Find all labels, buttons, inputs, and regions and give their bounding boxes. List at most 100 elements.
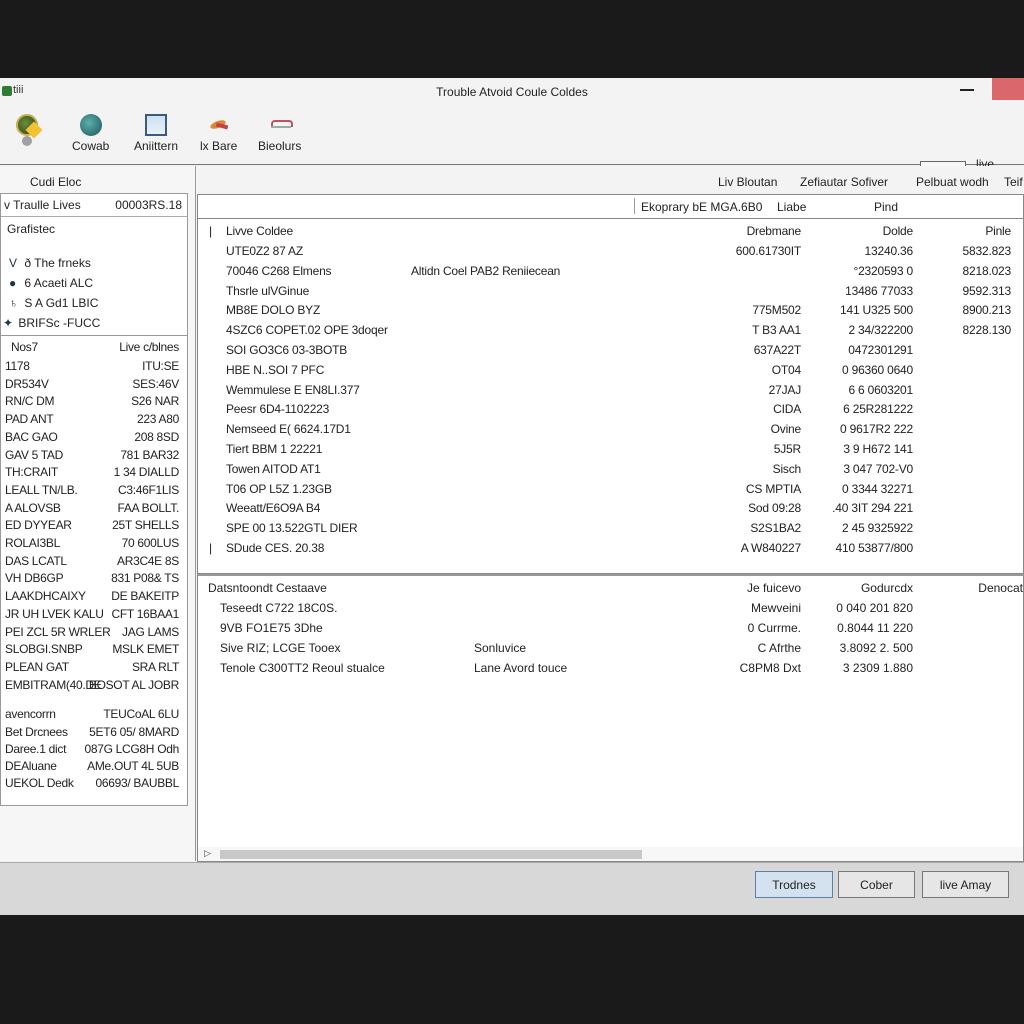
tree-root-row[interactable]: v Traulle Lives 00003RS.18 <box>1 194 187 217</box>
toolbar-button-aniittern[interactable]: Aniittern <box>134 114 178 153</box>
left-footer-row[interactable]: Daree.1 dict 087G LCG8H Odh <box>1 742 187 759</box>
left-list-row[interactable]: TH:CRAIT 1 34 DIALLD <box>1 465 187 482</box>
table-row[interactable]: Tiert BBM 1 22221 5J5R 3 9 H672 141 <box>198 442 1023 462</box>
column-header-liabe[interactable]: Liabe <box>777 200 806 214</box>
tree-item[interactable]: V ð The frneks <box>9 256 91 270</box>
table-row[interactable]: MB8E DOLO BYZ 775M502 141 U325 500 8900.213 <box>198 303 1023 323</box>
cell-c1: SOI GO3C6 03-3BOTB <box>226 343 348 357</box>
toolbar-button-bieolurs[interactable]: Bieolurs <box>258 114 301 153</box>
left-list-row[interactable]: PAD ANT 223 A80 <box>1 412 187 429</box>
cell-c4: 0 040 201 820 <box>836 601 913 615</box>
toolbar-button-lx-bare[interactable]: lx Bare <box>200 114 237 153</box>
left-list-row[interactable]: 1178 ITU:SE <box>1 359 187 376</box>
details-row[interactable]: Tenole C300TT2 Reoul stualce Lane Avord t… <box>198 661 1023 681</box>
left-list-row[interactable]: VH DB6GP 831 P08& TS <box>1 571 187 588</box>
cell-c1: 70046 C268 Elmens <box>226 263 332 278</box>
row-value: 087G LCG8H Odh <box>84 741 179 756</box>
left-list-row[interactable]: JR UH LVEK KALU CFT 16BAA1 <box>1 607 187 624</box>
column-header-pinle[interactable]: Pinle <box>985 224 1011 238</box>
left-list-row[interactable]: ROLAI3BL 70 600LUS <box>1 536 187 553</box>
details-row[interactable]: Sive RIZ; LCGE Tooex Sonluvice C Afrthe 3.8… <box>198 641 1023 661</box>
cell-c4: 0472301291 <box>848 343 913 357</box>
left-footer-row[interactable]: DEAluane AMe.OUT 4L 5UB <box>1 759 187 776</box>
left-list-row[interactable]: EMBITRAM(40.DE BOSOT AL JOBR <box>1 678 187 695</box>
left-list-row[interactable]: LEALL TN/LB. C3:46F1LIS <box>1 483 187 500</box>
table-row[interactable]: SPE 00 13.522GTL DIER S2S1BA2 2 45 9325922 <box>198 521 1023 541</box>
column-header-je-fuicevo[interactable]: Je fuicevo <box>747 581 801 595</box>
details-row[interactable]: 9VB FO1E75 3Dhe 0 Currme. 0.8044 11 220 <box>198 621 1023 641</box>
left-list-row[interactable]: PEI ZCL 5R WRLER JAG LAMS <box>1 625 187 642</box>
row-key: TH:CRAIT <box>5 465 58 480</box>
left-list-row[interactable]: PLEAN GAT SRA RLT <box>1 660 187 677</box>
column-header-dolde[interactable]: Dolde <box>883 224 914 238</box>
left-list-row[interactable]: RN/C DM S26 NAR <box>1 394 187 411</box>
table-row[interactable]: Nemseed E( 6624.17D1 Ovine 0 9617R2 222 <box>198 422 1023 442</box>
left-footer-row[interactable]: avencorrn TEUCoAL 6LU <box>1 707 187 724</box>
row-key: JR UH LVEK KALU <box>5 606 104 621</box>
live-amay-button[interactable]: live Amay <box>922 871 1009 898</box>
left-list-row[interactable]: SLOBGI.SNBP MSLK EMET <box>1 642 187 659</box>
table-row[interactable]: Thsrle ulVGinue 13486 77033 9592.313 <box>198 284 1023 304</box>
column-header-pind[interactable]: Pind <box>874 200 898 214</box>
table-row[interactable]: SOI GO3C6 03-3BOTB 637A22T 0472301291 <box>198 343 1023 363</box>
table-row[interactable]: Weeatt/E6O9A B4 Sod 09:28 .40 3IT 294 221 <box>198 501 1023 521</box>
toolbar-button-cowab[interactable]: Cowab <box>72 114 109 153</box>
table-row[interactable]: HBE N..SOI 7 PFC OT04 0 96360 0640 <box>198 363 1023 383</box>
table-row[interactable]: | SDude CES. 20.38 A W840227 410 53877/800 <box>198 541 1023 561</box>
table-row[interactable]: 4SZC6 COPET.02 OPE 3doqer T B3 AA1 2 34/32… <box>198 323 1023 343</box>
left-footer-row[interactable]: UEKOL Dedk 06693/ BAUBBL <box>1 776 187 793</box>
cell-c3: T B3 AA1 <box>752 323 801 338</box>
table-row[interactable]: UTE0Z2 87 AZ 600.61730IT 13240.36 5832.823 <box>198 244 1023 264</box>
left-list-row[interactable]: A ALOVSB FAA BOLLT. <box>1 501 187 518</box>
tree-item[interactable]: ● 6 Acaeti ALC <box>9 276 93 290</box>
row-key: A ALOVSB <box>5 500 61 515</box>
column-header-code[interactable]: Livve Coldee <box>226 224 293 238</box>
left-list-row[interactable]: DAS LCATL AR3C4E 8S <box>1 554 187 571</box>
header-liv-bloutan[interactable]: Liv Bloutan <box>718 175 777 189</box>
fish-icon <box>208 114 230 136</box>
cell-c4: 3 9 H672 141 <box>843 442 913 456</box>
left-list-row[interactable]: GAV 5 TAD 781 BAR32 <box>1 448 187 465</box>
left-list-row[interactable]: ED DYYEAR 25T SHELLS <box>1 518 187 535</box>
table-row[interactable]: Towen AITOD AT1 Sisch 3 047 702-V0 <box>198 462 1023 482</box>
details-row[interactable]: Teseedt C722 18C0S. Mewveini 0 040 201 820 <box>198 601 1023 621</box>
trodnes-button[interactable]: Trodnes <box>755 871 833 898</box>
row-value: 70 600LUS <box>121 536 180 550</box>
cell-c3: A W840227 <box>740 541 801 555</box>
column-header-denocat[interactable]: Denocat <box>978 581 1023 595</box>
table-row[interactable]: 70046 C268 Elmens Altidn Coel PAB2 Reniie… <box>198 264 1023 284</box>
cober-button[interactable]: Cober <box>838 871 915 898</box>
left-list-row[interactable]: BAC GAO 208 8SD <box>1 430 187 447</box>
scrollbar-thumb[interactable] <box>220 850 642 859</box>
table-row[interactable]: T06 OP L5Z 1.23GB CS MPTIA 0 3344 32271 <box>198 482 1023 502</box>
table-row[interactable]: Peesr 6D4-1102223 CIDA 6 25R281222 <box>198 402 1023 422</box>
minimize-button[interactable] <box>948 78 988 100</box>
header-teif[interactable]: Teif <box>1004 175 1023 189</box>
column-header-godurcdx[interactable]: Godurcdx <box>861 581 913 595</box>
table-row[interactable]: Wemmulese E EN8LI.377 27JAJ 6 6 0603201 <box>198 383 1023 403</box>
cell-c4: 0.8044 11 220 <box>837 621 913 635</box>
cell-c2: Altidn Coel PAB2 Reniiecean <box>411 263 561 278</box>
close-button[interactable] <box>992 78 1024 100</box>
column-header-datsntoondt[interactable]: Datsntoondt Cestaave <box>208 581 327 595</box>
row-key: DAS LCATL <box>5 553 67 568</box>
tree-item[interactable]: ✦ BRIFSc -FUCC <box>3 316 100 330</box>
column-header-ekoprary[interactable]: Ekoprary bE MGA.6B0 <box>641 200 762 214</box>
column-header-drebmane[interactable]: Drebmane <box>747 224 802 238</box>
header-pelbuat-wodh[interactable]: Pelbuat wodh <box>916 175 989 189</box>
header-zefiautar-sofiver[interactable]: Zefiautar Sofiver <box>800 175 888 189</box>
row-key: PEI ZCL 5R WRLER <box>5 624 111 639</box>
row-key: BAC GAO <box>5 429 58 444</box>
left-footer-row[interactable]: Bet Drcnees 5ET6 05/ 8MARD <box>1 725 187 742</box>
horizontal-scrollbar[interactable]: ▷ <box>198 847 1023 861</box>
scroll-left-icon[interactable]: ▷ <box>204 848 211 859</box>
tree-item[interactable]: ♄ S A Gd1 LBIC <box>9 296 98 310</box>
row-value: 1 34 DIALLD <box>113 465 180 480</box>
lock-icon: ● <box>9 276 17 290</box>
cell-c4: 2 34/322200 <box>848 323 913 338</box>
toolbar-button-diagnostics[interactable] <box>16 114 43 146</box>
left-list-row[interactable]: DR534V SES:46V <box>1 377 187 394</box>
app-window: tiii Trouble Atvoid Coule Coldes Cowab A… <box>0 78 1024 915</box>
left-list-row[interactable]: LAAKDHCAIXY DE BAKEITP <box>1 589 187 606</box>
row-value: AMe.OUT 4L 5UB <box>87 758 179 773</box>
